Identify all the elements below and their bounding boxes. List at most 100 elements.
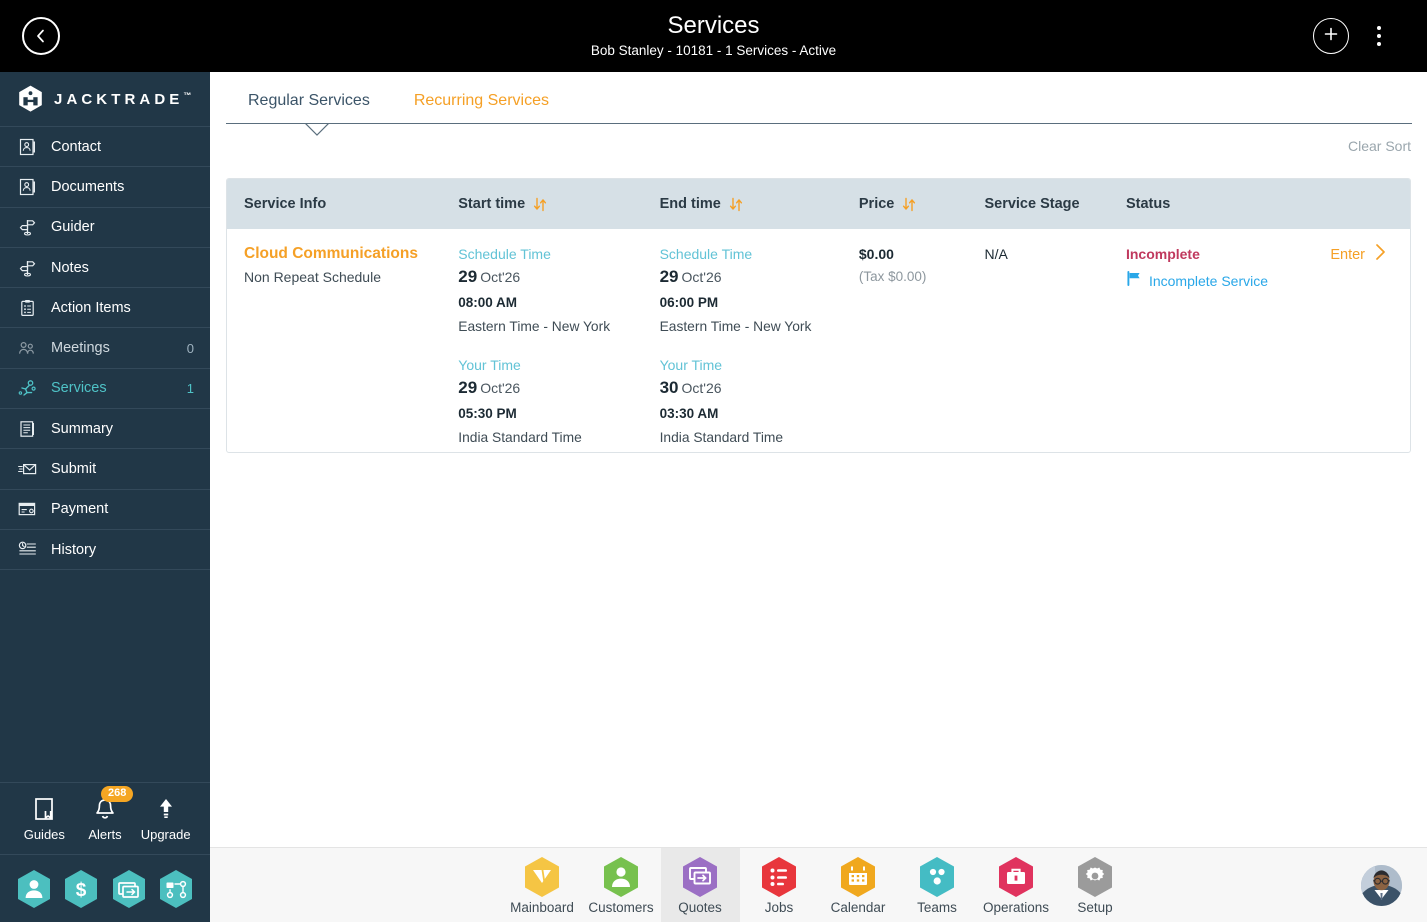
bottom-nav-jobs[interactable]: Jobs bbox=[740, 848, 819, 922]
bottom-nav-calendar[interactable]: Calendar bbox=[819, 848, 898, 922]
enter-button[interactable]: Enter bbox=[1330, 243, 1388, 266]
bottom-nav-teams[interactable]: Teams bbox=[898, 848, 977, 922]
sidebar-item-summary[interactable]: Summary bbox=[0, 409, 210, 450]
sidebar-tools: Guides 268 Alerts Upgrade bbox=[0, 782, 210, 855]
cell-price: $0.00 (Tax $0.00) bbox=[859, 243, 985, 452]
jobs-icon bbox=[760, 856, 798, 897]
bottom-nav-mainboard[interactable]: Mainboard bbox=[503, 848, 582, 922]
svg-text:$: $ bbox=[76, 880, 87, 901]
bottom-nav-label: Customers bbox=[588, 899, 654, 915]
start-your-zone: India Standard Time bbox=[458, 430, 582, 445]
sidebar-item-payment[interactable]: Payment bbox=[0, 490, 210, 530]
column-label: Service Info bbox=[244, 196, 327, 212]
column-header-service-stage[interactable]: Service Stage bbox=[984, 196, 1126, 212]
sidebar-item-label: Contact bbox=[51, 138, 101, 155]
bottom-nav-setup[interactable]: Setup bbox=[1056, 848, 1135, 922]
customers-icon bbox=[602, 856, 640, 897]
clear-sort-row: Clear Sort bbox=[210, 128, 1427, 164]
column-header-price[interactable]: Price bbox=[859, 196, 985, 212]
bottom-nav-customers[interactable]: Customers bbox=[582, 848, 661, 922]
table-row: Cloud Communications Non Repeat Schedule… bbox=[227, 229, 1410, 452]
tab-regular-services[interactable]: Regular Services bbox=[226, 72, 392, 110]
user-avatar[interactable] bbox=[1361, 865, 1402, 906]
start-your-clock: 05:30 PM bbox=[458, 406, 517, 421]
back-button[interactable] bbox=[22, 17, 60, 55]
clear-sort-button[interactable]: Clear Sort bbox=[1348, 138, 1411, 154]
quick-person-button[interactable] bbox=[16, 869, 52, 909]
guides-button[interactable]: Guides bbox=[14, 795, 74, 842]
services-table-card: Service Info Start time End time Price S… bbox=[226, 178, 1411, 453]
service-schedule-type: Non Repeat Schedule bbox=[244, 269, 381, 285]
sidebar-item-label: Meetings bbox=[51, 340, 110, 357]
cell-status: Incomplete Incomplete Service bbox=[1126, 243, 1410, 452]
status-flag-label[interactable]: Incomplete Service bbox=[1149, 273, 1268, 289]
column-header-service-info[interactable]: Service Info bbox=[227, 196, 458, 212]
brand-logo[interactable]: JACKTRADE™ bbox=[0, 72, 210, 127]
service-stage-value: N/A bbox=[984, 246, 1008, 262]
sidebar-item-count: 1 bbox=[186, 380, 194, 396]
sidebar-item-label: Submit bbox=[51, 461, 97, 478]
quick-workflow-button[interactable] bbox=[158, 869, 194, 909]
start-schedule-clock: 08:00 AM bbox=[458, 295, 518, 310]
sidebar-item-guider[interactable]: Guider bbox=[0, 208, 210, 248]
upgrade-button[interactable]: Upgrade bbox=[136, 795, 196, 842]
page-subtitle: Bob Stanley - 10181 - 1 Services - Activ… bbox=[590, 43, 837, 58]
cell-start-time: Schedule Time 29 Oct'26 08:00 AM Eastern … bbox=[458, 243, 659, 452]
sort-toggle-icon[interactable] bbox=[533, 197, 547, 212]
tab-recurring-services[interactable]: Recurring Services bbox=[392, 72, 571, 110]
cell-end-time: Schedule Time 29 Oct'26 06:00 PM Eastern … bbox=[660, 243, 859, 452]
top-header-bar: Services Bob Stanley - 10181 - 1 Service… bbox=[0, 0, 1427, 72]
calendar-icon bbox=[839, 856, 877, 897]
operations-icon bbox=[997, 856, 1035, 897]
sidebar-item-contact[interactable]: Contact bbox=[0, 127, 210, 168]
bottom-nav-label: Quotes bbox=[678, 899, 722, 915]
bottom-nav-label: Operations bbox=[982, 899, 1050, 915]
end-schedule-month: Oct'26 bbox=[681, 269, 722, 285]
quick-quote-button[interactable] bbox=[111, 869, 147, 909]
sidebar-item-label: History bbox=[51, 541, 97, 558]
overflow-menu-button[interactable] bbox=[1361, 18, 1397, 54]
sidebar-item-history[interactable]: History bbox=[0, 530, 210, 571]
column-label: Start time bbox=[458, 196, 526, 212]
send-mail-icon bbox=[16, 459, 38, 479]
sidebar-item-meetings[interactable]: Meetings 0 bbox=[0, 328, 210, 369]
sort-toggle-icon[interactable] bbox=[729, 197, 743, 212]
end-schedule-clock: 06:00 PM bbox=[659, 295, 719, 310]
column-header-end-time[interactable]: End time bbox=[660, 196, 859, 212]
quick-payment-button[interactable]: $ bbox=[63, 869, 99, 909]
payment-card-icon bbox=[16, 499, 38, 519]
bottom-nav: Mainboard Customers Quotes Jobs Calendar bbox=[210, 848, 1427, 922]
column-label: End time bbox=[659, 196, 721, 212]
sidebar-item-documents[interactable]: Documents bbox=[0, 167, 210, 208]
table-header-row: Service Info Start time End time Price S… bbox=[227, 179, 1410, 229]
add-button[interactable] bbox=[1313, 18, 1349, 54]
start-schedule-month: Oct'26 bbox=[480, 269, 521, 285]
column-label: Price bbox=[858, 196, 895, 212]
alerts-button[interactable]: 268 Alerts bbox=[75, 786, 135, 842]
bottom-nav-operations[interactable]: Operations bbox=[977, 848, 1056, 922]
end-your-date: 30 Oct'26 bbox=[660, 376, 859, 401]
end-schedule-date: 29 Oct'26 bbox=[660, 265, 859, 290]
teams-icon bbox=[918, 856, 956, 897]
column-label: Service Stage bbox=[984, 196, 1080, 212]
signpost-icon bbox=[16, 258, 38, 278]
column-header-start-time[interactable]: Start time bbox=[458, 196, 659, 212]
meetings-icon bbox=[16, 338, 38, 358]
column-header-status[interactable]: Status bbox=[1126, 196, 1410, 212]
services-icon bbox=[16, 378, 38, 398]
clipboard-icon bbox=[16, 298, 38, 318]
sidebar-item-services[interactable]: Services 1 bbox=[0, 369, 210, 410]
bottom-nav-quotes[interactable]: Quotes bbox=[660, 848, 740, 922]
sidebar-item-submit[interactable]: Submit bbox=[0, 449, 210, 490]
bottom-nav-label: Jobs bbox=[764, 899, 794, 915]
alerts-badge: 268 bbox=[100, 786, 134, 802]
sidebar-item-count: 0 bbox=[186, 340, 194, 356]
start-your-time-label: Your Time bbox=[458, 357, 521, 373]
service-name-link[interactable]: Cloud Communications bbox=[244, 243, 458, 265]
sort-toggle-icon[interactable] bbox=[902, 197, 916, 212]
status-flag-row[interactable]: Incomplete Service bbox=[1126, 271, 1410, 291]
bottom-nav-label: Teams bbox=[917, 899, 957, 915]
sidebar-item-notes[interactable]: Notes bbox=[0, 248, 210, 289]
sidebar-item-action-items[interactable]: Action Items bbox=[0, 288, 210, 329]
